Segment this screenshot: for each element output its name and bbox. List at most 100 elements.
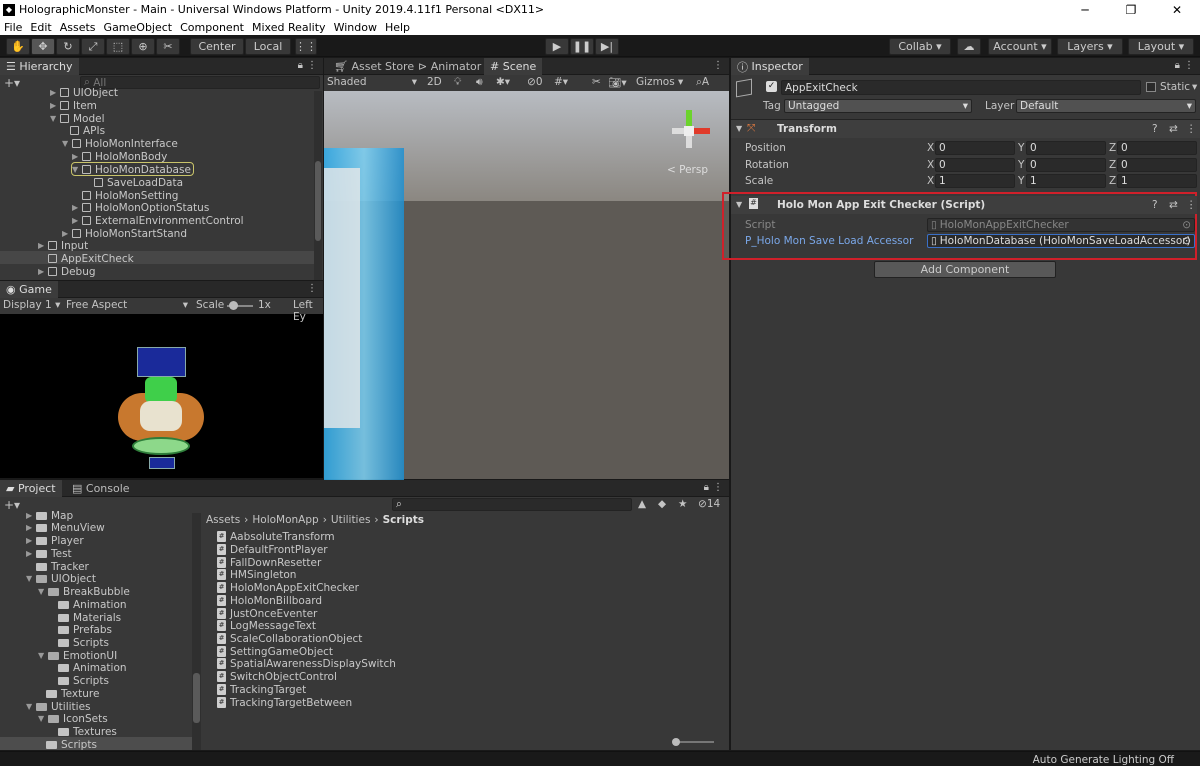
preset-icon[interactable]: ⇄	[1169, 199, 1178, 211]
foldout-arrow-icon[interactable]: ▼	[736, 124, 742, 133]
tree-item[interactable]: ▶ HoloMonOptionStatus	[72, 201, 209, 214]
more-options-icon[interactable]: ⋮	[307, 60, 317, 71]
preset-icon[interactable]: ⇄	[1169, 123, 1178, 135]
script-file[interactable]: # AabsoluteTransform	[217, 530, 335, 543]
folder-item-selected[interactable]: Scripts	[46, 738, 97, 751]
pivot-center-toggle[interactable]: Center	[190, 38, 244, 55]
tab-game[interactable]: ◉ Game	[0, 281, 58, 298]
transform-tool-icon[interactable]: ⊕	[131, 38, 155, 55]
tab-scene[interactable]: # Scene	[484, 58, 543, 75]
aspect-dropdown[interactable]: Free Aspect ▾	[66, 299, 190, 311]
scene-search-icon[interactable]: ⌕A	[696, 76, 709, 89]
tree-item[interactable]: ▶ Item	[50, 99, 97, 112]
persp-label[interactable]: < Persp	[667, 164, 708, 176]
rotate-tool-icon[interactable]: ↻	[56, 38, 80, 55]
menu-mixed-reality[interactable]: Mixed Reality	[252, 21, 326, 34]
tree-item[interactable]: ▼ HoloMonInterface	[62, 137, 178, 150]
step-button[interactable]: ▶|	[595, 38, 619, 55]
script-file[interactable]: # HoloMonAppExitChecker	[217, 581, 359, 594]
grid-icon[interactable]: #▾	[554, 76, 568, 88]
account-dropdown[interactable]: Account ▾	[988, 38, 1052, 55]
foldout-arrow-icon[interactable]: ▼	[736, 200, 742, 209]
icon-size-slider[interactable]	[672, 738, 714, 746]
tools-icon[interactable]: ✂	[592, 76, 601, 88]
filter-type-icon[interactable]: ▲	[638, 498, 646, 510]
help-icon[interactable]: ?	[1152, 199, 1158, 211]
camera-icon[interactable]: 📷︎▾	[608, 76, 627, 89]
breadcrumb-item[interactable]: Utilities	[331, 514, 371, 526]
pivot-local-toggle[interactable]: Local	[245, 38, 291, 55]
script-file[interactable]: # TrackingTarget	[217, 683, 306, 696]
2d-toggle[interactable]: 2D	[427, 76, 442, 88]
tab-hierarchy[interactable]: ☰ Hierarchy	[0, 58, 79, 75]
rotation-x-field[interactable]: 0	[935, 158, 1015, 172]
folder-item[interactable]: Animation	[58, 598, 127, 611]
position-z-field[interactable]: 0	[1117, 141, 1197, 155]
tree-item[interactable]: SaveLoadData	[94, 176, 183, 189]
effects-icon[interactable]: ✱▾	[496, 76, 510, 88]
tab-console[interactable]: ▤ Console	[66, 480, 136, 497]
layers-dropdown[interactable]: Layers ▾	[1057, 38, 1123, 55]
object-name-field[interactable]: AppExitCheck	[781, 80, 1141, 95]
lock-icon[interactable]: 🔒︎	[704, 482, 709, 493]
scale-y-field[interactable]: 1	[1026, 174, 1106, 188]
scene-gizmo-icon[interactable]	[666, 110, 716, 152]
custom-tool-icon[interactable]: ✂	[156, 38, 180, 55]
menu-file[interactable]: File	[4, 21, 22, 34]
favorite-icon[interactable]: ★	[678, 498, 687, 510]
filter-label-icon[interactable]: ◆	[658, 498, 666, 510]
play-button[interactable]: ▶	[545, 38, 569, 55]
tree-item[interactable]: ▶ ExternalEnvironmentControl	[72, 214, 244, 227]
rect-tool-icon[interactable]: ⬚	[106, 38, 130, 55]
minimize-button[interactable]: ─	[1062, 0, 1108, 19]
shading-dropdown[interactable]: Shaded ▾	[327, 76, 417, 88]
scale-slider[interactable]	[227, 301, 253, 310]
tab-project[interactable]: ▰ Project	[0, 480, 62, 497]
breadcrumb-item[interactable]: HoloMonApp	[252, 514, 318, 526]
tab-animator[interactable]: ⊳ Animator	[412, 58, 487, 75]
script-file[interactable]: # SpatialAwarenessDisplaySwitch	[217, 657, 396, 670]
active-checkbox[interactable]: ✓	[766, 81, 777, 92]
menu-edit[interactable]: Edit	[30, 21, 51, 34]
folder-item[interactable]: Animation	[58, 661, 127, 674]
cloud-icon[interactable]: ☁	[957, 38, 981, 55]
menu-help[interactable]: Help	[385, 21, 410, 34]
accessor-object-field[interactable]: ▯ HoloMonDatabase (HoloMonSaveLoadAccesso…	[927, 234, 1195, 248]
folder-item[interactable]: Texture	[46, 687, 99, 700]
folder-item[interactable]: ▼ IconSets	[38, 712, 108, 725]
add-object-icon[interactable]: +▾	[4, 76, 20, 90]
folder-item[interactable]: ▶ MenuView	[26, 521, 105, 534]
script-file[interactable]: # LogMessageText	[217, 619, 316, 632]
script-file[interactable]: # HMSingleton	[217, 568, 296, 581]
folder-item[interactable]: Prefabs	[58, 623, 112, 636]
breadcrumb-item[interactable]: Assets	[206, 514, 240, 526]
static-dropdown-icon[interactable]: ▾	[1192, 81, 1197, 93]
tree-item[interactable]: AppExitCheck	[48, 252, 134, 265]
hierarchy-scrollbar[interactable]	[314, 91, 322, 280]
rotation-y-field[interactable]: 0	[1026, 158, 1106, 172]
maximize-button[interactable]: ❐	[1108, 0, 1154, 19]
folder-item[interactable]: ▼ BreakBubble	[38, 585, 130, 598]
project-search-input[interactable]: ⌕	[392, 498, 632, 511]
scale-z-field[interactable]: 1	[1117, 174, 1197, 188]
collab-button[interactable]: Collab ▾	[889, 38, 951, 55]
more-options-icon[interactable]: ⋮	[713, 60, 723, 71]
lock-icon[interactable]: 🔒︎	[1175, 60, 1180, 71]
folder-item[interactable]: ▶ Test	[26, 547, 72, 560]
more-options-icon[interactable]: ⋮	[307, 283, 317, 294]
help-icon[interactable]: ?	[1152, 123, 1158, 135]
folder-item[interactable]: ▶ Player	[26, 534, 84, 547]
more-options-icon[interactable]: ⋮	[1184, 60, 1194, 71]
hidden-count-icon[interactable]: ⊘14	[698, 498, 720, 510]
tab-inspector[interactable]: ⓘ Inspector	[731, 58, 809, 75]
hand-tool-icon[interactable]: ✋	[6, 38, 30, 55]
folder-item[interactable]: ▼ UIObject	[26, 572, 96, 585]
component-menu-icon[interactable]: ⋮	[1186, 199, 1197, 211]
script-file[interactable]: # TrackingTargetBetween	[217, 696, 352, 709]
menu-gameobject[interactable]: GameObject	[104, 21, 173, 34]
folder-item[interactable]: Scripts	[58, 674, 109, 687]
scale-tool-icon[interactable]: ⤢	[81, 38, 105, 55]
script-file[interactable]: # ScaleCollaborationObject	[217, 632, 362, 645]
display-dropdown[interactable]: Display 1 ▾	[3, 299, 60, 311]
gizmos-dropdown[interactable]: Gizmos ▾	[636, 76, 683, 88]
